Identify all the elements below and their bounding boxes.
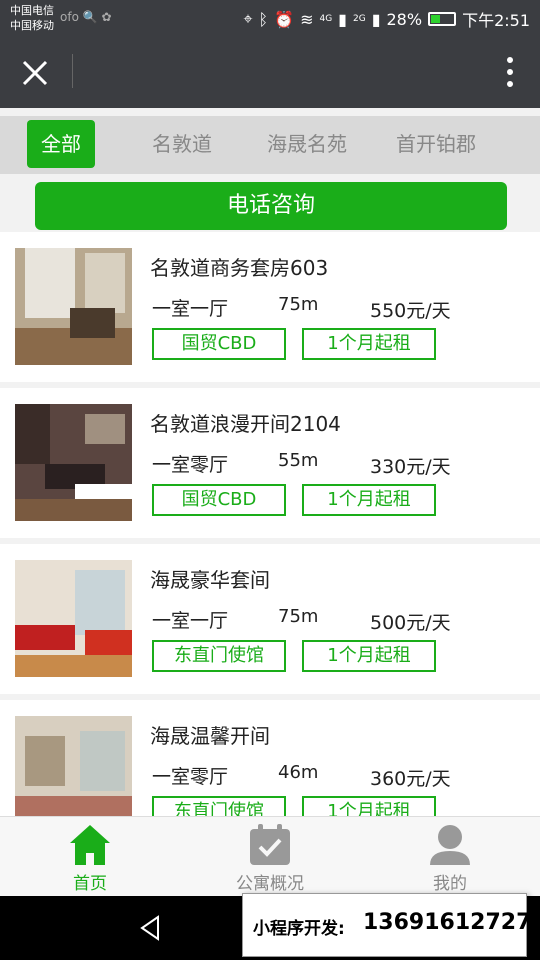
battery-percent: 28% <box>386 9 423 29</box>
bottom-tab-home[interactable]: 首页 <box>0 817 180 897</box>
listing-layout: 一室一厅 <box>152 298 229 320</box>
developer-contact-banner: 小程序开发: 13691612727 <box>242 893 531 957</box>
carrier-2: 中国移动 <box>10 19 54 32</box>
listing-area: 46m <box>278 762 319 783</box>
listing-title: 名敦道商务套房603 <box>150 256 329 280</box>
top-nav-bar <box>0 36 540 108</box>
min-term-tag: 1个月起租 <box>302 640 436 672</box>
carrier-1: 中国电信 <box>10 4 54 17</box>
signal-2g-label: 2G <box>352 14 366 24</box>
listing-photo <box>15 560 132 677</box>
min-term-tag: 1个月起租 <box>302 484 436 516</box>
listing-photo <box>15 248 132 365</box>
phone-consult-button[interactable]: 电话咨询 <box>35 182 507 230</box>
more-options-icon[interactable] <box>506 56 514 88</box>
clock: 下午2:51 <box>462 11 530 30</box>
min-term-tag: 1个月起租 <box>302 796 436 816</box>
home-icon <box>70 825 110 865</box>
listing-price: 500元/天 <box>370 612 451 634</box>
tab-shoukai[interactable]: 首开铂郡 <box>380 120 492 168</box>
listing-list: 名敦道商务套房603 一室一厅 75m 550元/天 国贸CBD 1个月起租 名… <box>0 232 540 816</box>
dev-label: 小程序开发: <box>253 919 345 939</box>
bottom-tab-mine[interactable]: 我的 <box>360 817 540 897</box>
wifi-icon: ≋ <box>300 9 314 29</box>
listing-price: 330元/天 <box>370 456 451 478</box>
signal-4g-label: 4G <box>319 14 333 24</box>
listing-title: 海晟温馨开间 <box>150 724 270 748</box>
app-ofo-label: ofo <box>60 10 79 24</box>
signal-4g-icon: ▮ <box>338 9 347 29</box>
listing-layout: 一室一厅 <box>152 610 229 632</box>
bottom-tab-overview[interactable]: 公寓概况 <box>180 817 360 897</box>
location-tag: 国贸CBD <box>152 484 286 516</box>
status-bar: 中国电信 中国移动 ofo 🔍 ✿ ⌖ ᛒ ⏰ ≋ 4G ▮ 2G ▮ 28% … <box>0 0 540 36</box>
alarm-icon: ⏰ <box>274 9 295 29</box>
min-term-tag: 1个月起租 <box>302 328 436 360</box>
dev-phone: 13691612727 <box>363 910 532 935</box>
listing-item[interactable]: 名敦道商务套房603 一室一厅 75m 550元/天 国贸CBD 1个月起租 <box>0 232 540 382</box>
bottom-tab-home-label: 首页 <box>73 874 107 894</box>
user-icon <box>430 825 470 865</box>
listing-photo <box>15 404 132 521</box>
listing-area: 75m <box>278 294 319 315</box>
location-tag: 东直门使馆 <box>152 796 286 816</box>
listing-title: 名敦道浪漫开间2104 <box>150 412 341 436</box>
carrier-info: 中国电信 中国移动 <box>10 3 54 33</box>
bottom-tab-overview-label: 公寓概况 <box>236 874 304 894</box>
location-icon: ⌖ <box>243 9 253 28</box>
nav-divider <box>72 54 73 88</box>
location-tag: 东直门使馆 <box>152 640 286 672</box>
tab-haisheng[interactable]: 海晟名苑 <box>252 120 362 168</box>
close-icon[interactable] <box>20 58 50 88</box>
search-icon: 🔍 <box>82 10 98 24</box>
listing-item[interactable]: 名敦道浪漫开间2104 一室零厅 55m 330元/天 国贸CBD 1个月起租 <box>0 388 540 538</box>
tab-mingdundao[interactable]: 名敦道 <box>132 120 232 168</box>
signal-icon: ▮ <box>371 9 381 29</box>
bluetooth-icon: ᛒ <box>258 9 269 29</box>
listing-layout: 一室零厅 <box>152 454 229 476</box>
filter-tabs: 全部 名敦道 海晟名苑 首开铂郡 <box>0 116 540 174</box>
listing-item[interactable]: 海晟豪华套间 一室一厅 75m 500元/天 东直门使馆 1个月起租 <box>0 544 540 694</box>
battery-icon <box>428 12 457 26</box>
listing-area: 55m <box>278 450 319 471</box>
back-icon[interactable] <box>138 914 162 942</box>
listing-title: 海晟豪华套间 <box>150 568 270 592</box>
notification-icons: ofo 🔍 ✿ <box>60 10 112 24</box>
listing-price: 360元/天 <box>370 768 451 790</box>
bottom-tab-mine-label: 我的 <box>433 874 467 894</box>
listing-price: 550元/天 <box>370 300 451 322</box>
wechat-icon: ✿ <box>101 10 112 24</box>
listing-item[interactable]: 海晟温馨开间 一室零厅 46m 360元/天 东直门使馆 1个月起租 <box>0 700 540 816</box>
bottom-tab-bar: 首页 公寓概况 我的 <box>0 816 540 896</box>
listing-layout: 一室零厅 <box>152 766 229 788</box>
listing-area: 75m <box>278 606 319 627</box>
location-tag: 国贸CBD <box>152 328 286 360</box>
listing-photo <box>15 716 132 816</box>
calendar-check-icon <box>250 824 290 865</box>
system-indicators: ⌖ ᛒ ⏰ ≋ 4G ▮ 2G ▮ 28% 下午2:51 <box>244 7 530 31</box>
tab-all[interactable]: 全部 <box>27 120 95 168</box>
